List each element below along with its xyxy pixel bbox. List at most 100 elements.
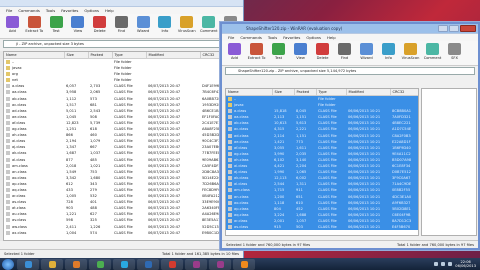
winrar-window-right[interactable]: ShapeShifter120.zip - WinRAR (evaluation…	[220, 22, 480, 250]
info-icon	[382, 43, 395, 55]
cell-text: 2,018	[66, 163, 77, 168]
menu-item-favorites[interactable]: Favorites	[283, 34, 300, 41]
toolbar-find-button[interactable]: Find	[113, 16, 130, 37]
taskbar-ie-icon[interactable]	[17, 258, 39, 270]
winrar-window-left[interactable]: File Commands Tools Favorites Options Help Ad…	[0, 0, 244, 258]
menu-item-commands[interactable]: Commands	[18, 7, 40, 14]
file-icon	[228, 145, 232, 150]
menu-item-file[interactable]: File	[6, 7, 12, 14]
cell-text: 503	[296, 224, 303, 229]
cell-text: 06/06/2013 10:21	[348, 212, 381, 217]
taskbar-winrar-icon-2[interactable]	[209, 258, 231, 270]
cell-text: 8E3E5A17	[202, 218, 221, 223]
left-path-field[interactable]: jl - ZIP archive, unpacked size 3 bytes	[3, 40, 240, 48]
toolbar-delete-button[interactable]: Delete	[314, 43, 331, 64]
cell-text: 06/06/2013 10:21	[348, 139, 381, 144]
maximize-button[interactable]	[449, 25, 459, 32]
sfx-icon	[448, 43, 461, 55]
toolbar-find-button[interactable]: Find	[336, 43, 353, 64]
clock[interactable]: 22:06 06/06/2013	[455, 260, 476, 269]
media-icon	[72, 260, 80, 268]
toolbar-wizard-button[interactable]: Wizard	[135, 16, 152, 37]
taskbar-vlc-icon[interactable]	[233, 258, 255, 270]
left-status-left: Selected 1 folder	[4, 252, 35, 256]
cell-text: ap.class	[234, 206, 249, 211]
toolbar-extract-to-button[interactable]: Extract To	[248, 43, 265, 64]
toolbar-virusscan-button[interactable]: VirusScan	[402, 43, 419, 64]
cell-text: CLASS File	[114, 200, 133, 205]
menu-item-tools[interactable]: Tools	[46, 7, 55, 14]
menu-item-help[interactable]: Help	[105, 7, 114, 14]
cell-text: 1B6F9D40	[392, 145, 411, 150]
cell-text: CLASS File	[114, 224, 133, 229]
right-file-list[interactable]: Name Size Packed Type Modified CRC32 .. File f…	[225, 88, 419, 236]
toolbar-info-button[interactable]: Info	[380, 43, 397, 64]
table-row[interactable]: as.class 915 503 CLASS File 06/06/2013 10:21…	[226, 223, 418, 231]
toolbar-extract-to-button[interactable]: Extract To	[25, 16, 43, 37]
menu-item-file[interactable]: File	[228, 34, 234, 41]
right-path-field[interactable]: ShapeShifter120.zip - ZIP archive, unpac…	[225, 67, 475, 75]
toolbar-view-button[interactable]: View	[70, 16, 87, 37]
taskbar-explorer-icon[interactable]	[41, 258, 63, 270]
file-icon	[6, 187, 10, 192]
toolbar-test-button[interactable]: Test	[48, 16, 65, 37]
cell-text: 77B7FEE0	[202, 151, 221, 156]
menu-item-help[interactable]: Help	[327, 34, 336, 41]
taskbar-skype-icon[interactable]	[113, 258, 135, 270]
toolbar-wizard-button[interactable]: Wizard	[358, 43, 375, 64]
cell-text: A8A8F25D	[202, 127, 221, 132]
cell-text: 1,004	[66, 230, 77, 235]
table-row[interactable]: .. File folder	[226, 95, 418, 103]
cell-text: 1,065	[296, 170, 307, 175]
cell-text: CLASS File	[114, 120, 133, 125]
start-button[interactable]	[2, 258, 14, 270]
menu-item-tools[interactable]: Tools	[268, 34, 277, 41]
table-row[interactable]: ax.class 1,004 574 CLASS File 06/07/2013 20:…	[4, 230, 240, 236]
toolbar-view-button[interactable]: View	[292, 43, 309, 64]
table-row[interactable]: .. File folder	[4, 59, 240, 66]
minimize-button[interactable]	[438, 25, 448, 32]
toolbar-virusscan-button[interactable]: VirusScan	[178, 16, 196, 37]
left-file-list[interactable]: Name Size Packed Type Modified CRC32 .. File f…	[3, 51, 241, 241]
cell-text: D4F1E99B	[202, 84, 221, 89]
toolbar-label: View	[296, 56, 305, 60]
wizard-icon	[136, 16, 150, 28]
toolbar-label: Extract To	[247, 56, 266, 60]
toolbar-test-button[interactable]: Test	[270, 43, 287, 64]
taskbar-java-icon[interactable]	[161, 258, 183, 270]
close-button[interactable]	[460, 25, 476, 32]
cell-text: javax	[12, 66, 22, 71]
toolbar-sfx-button[interactable]: SFX	[446, 43, 463, 64]
taskbar-winrar-icon[interactable]	[185, 258, 207, 270]
left-titlebar[interactable]	[0, 0, 243, 7]
toolbar-label: SFX	[451, 56, 458, 60]
menu-item-favorites[interactable]: Favorites	[61, 7, 78, 14]
flag-icon[interactable]	[448, 262, 453, 266]
cell-text: 1,112	[66, 96, 77, 101]
toolbar-comment-button[interactable]: Comment	[424, 43, 441, 64]
toolbar-label: Find	[117, 29, 126, 33]
cell-text: 06/06/2013 10:21	[348, 176, 381, 181]
toolbar-comment-button[interactable]: Comment	[200, 16, 218, 37]
menu-item-options[interactable]: Options	[84, 7, 99, 14]
cell-text: 06/07/2013 20:47	[148, 187, 181, 192]
network-icon[interactable]	[434, 262, 439, 266]
taskbar-chrome-icon[interactable]	[89, 258, 111, 270]
cell-text: 681	[90, 102, 97, 107]
toolbar-info-button[interactable]: Info	[157, 16, 174, 37]
menu-item-commands[interactable]: Commands	[240, 34, 262, 41]
menu-item-options[interactable]: Options	[306, 34, 321, 41]
find-icon	[114, 16, 128, 28]
taskbar-ps-icon[interactable]	[137, 258, 159, 270]
taskbar-media-icon[interactable]	[65, 258, 87, 270]
file-icon	[228, 109, 232, 114]
toolbar-add-button[interactable]: Add	[4, 16, 21, 37]
volume-icon[interactable]	[441, 262, 446, 266]
cell-text: File folder	[318, 97, 336, 101]
file-icon	[6, 200, 10, 205]
right-titlebar[interactable]: ShapeShifter120.zip - WinRAR (evaluation…	[222, 24, 478, 34]
cell-text: 1,226	[90, 224, 101, 229]
toolbar-delete-button[interactable]: Delete	[91, 16, 108, 37]
cell-text: CLASS File	[114, 175, 133, 180]
toolbar-add-button[interactable]: Add	[226, 43, 243, 64]
